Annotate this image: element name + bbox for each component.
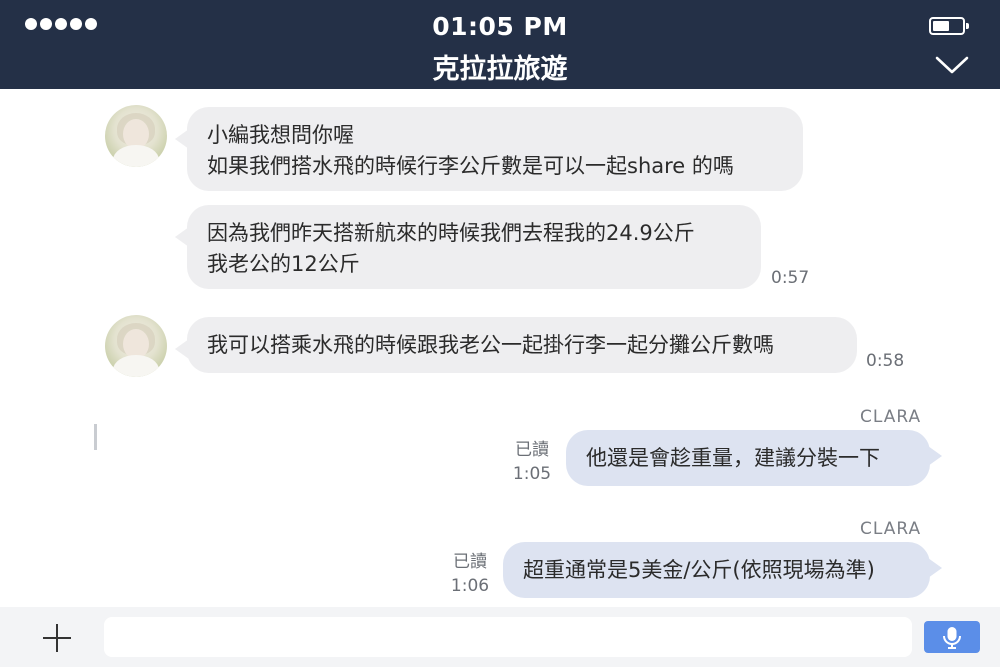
chevron-down-icon[interactable] <box>935 54 969 76</box>
message-timestamp: 0:57 <box>771 268 810 288</box>
message-text: 我老公的12公斤 <box>207 252 360 276</box>
read-receipt: 已讀 1:05 <box>508 438 556 486</box>
message-timestamp: 1:06 <box>450 576 490 596</box>
read-label: 已讀 <box>453 552 487 572</box>
outgoing-message-bubble[interactable]: 超重通常是5美金/公斤(依照現場為準) <box>503 542 942 598</box>
sender-avatar[interactable] <box>105 105 167 167</box>
message-timestamp: 1:05 <box>512 464 552 484</box>
incoming-message-bubble[interactable]: 因為我們昨天搭新航來的時候我們去程我的24.9公斤 我老公的12公斤 <box>175 205 761 289</box>
chat-header: 01:05 PM 克拉拉旅遊 <box>0 0 1000 89</box>
incoming-message-bubble[interactable]: 小編我想問你喔 如果我們搭水飛的時候行李公斤數是可以一起share 的嗎 <box>175 107 803 191</box>
outgoing-message-bubble[interactable]: 他還是會趁重量，建議分裝一下 <box>566 430 942 486</box>
read-receipt: 已讀 1:06 <box>446 550 494 598</box>
message-text: 超重通常是5美金/公斤(依照現場為準) <box>523 558 875 582</box>
message-text: 如果我們搭水飛的時候行李公斤數是可以一起share 的嗎 <box>207 154 734 178</box>
sender-name: CLARA <box>860 519 922 539</box>
chat-title: 克拉拉旅遊 <box>432 54 568 85</box>
incoming-message-bubble[interactable]: 我可以搭乘水飛的時候跟我老公一起掛行李一起分攤公斤數嗎 <box>175 317 857 373</box>
scroll-indicator[interactable] <box>94 424 97 450</box>
message-text: 因為我們昨天搭新航來的時候我們去程我的24.9公斤 <box>207 221 695 245</box>
battery-icon <box>929 17 969 35</box>
message-text: 我可以搭乘水飛的時候跟我老公一起掛行李一起分攤公斤數嗎 <box>207 333 774 357</box>
voice-button[interactable] <box>924 621 980 653</box>
sender-avatar[interactable] <box>105 315 167 377</box>
microphone-icon <box>943 627 961 649</box>
plus-icon[interactable] <box>41 622 73 654</box>
sender-name: CLARA <box>860 407 922 427</box>
status-time: 01:05 PM <box>432 12 568 41</box>
message-input[interactable] <box>104 617 912 657</box>
read-label: 已讀 <box>515 440 549 460</box>
message-text: 小編我想問你喔 <box>207 123 354 147</box>
message-text: 他還是會趁重量，建議分裝一下 <box>586 446 880 470</box>
message-timestamp: 0:58 <box>866 351 905 371</box>
